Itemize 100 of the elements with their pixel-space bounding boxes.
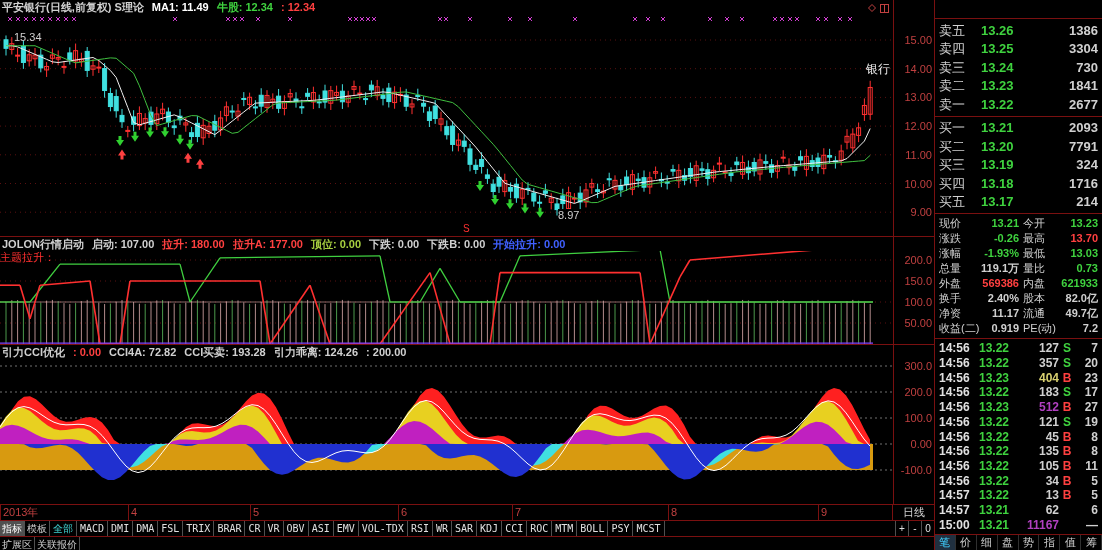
stat-label: 股本	[1022, 291, 1046, 307]
trade-side: S	[1062, 384, 1072, 402]
order-level-label: 买四	[939, 174, 966, 193]
axis-label: 50.00	[904, 317, 932, 329]
quote-tab[interactable]: 细	[976, 535, 998, 550]
stat-label: 收益(二)	[939, 321, 979, 337]
stat-value: 0.73	[1075, 261, 1098, 277]
order-volume: 2677	[1068, 95, 1098, 114]
stat-label: 外盘	[939, 276, 962, 292]
trade-time: 14:56	[939, 340, 971, 358]
trade-count: 7	[1090, 340, 1098, 358]
order-level-label: 卖三	[939, 58, 966, 77]
stat-value: 49.7亿	[1064, 306, 1098, 322]
order-volume: 2093	[1068, 119, 1098, 138]
indicator-tab[interactable]: KDJ	[477, 521, 503, 536]
stat-value: 621933	[1060, 276, 1098, 292]
indicator-tab[interactable]: ASI	[308, 521, 334, 536]
stat-value: 7.2	[1081, 321, 1098, 337]
order-level-label: 卖二	[939, 77, 966, 96]
indicator-tab[interactable]: MCST	[633, 521, 665, 536]
indicator-tab[interactable]: TRIX	[183, 521, 215, 536]
order-volume: 7791	[1068, 137, 1098, 156]
window-icon[interactable]	[880, 4, 889, 13]
trade-time: 15:00	[939, 516, 971, 534]
axis-label: 9.00	[910, 206, 932, 218]
indicator-reading: CCI买卖: 193.28	[184, 345, 266, 359]
axis-label: 100.0	[904, 412, 932, 424]
indicator-tab[interactable]: PSY	[608, 521, 634, 536]
indicator-tab[interactable]: BOLL	[577, 521, 609, 536]
indicator-reading: 下跌: 0.00	[369, 237, 420, 251]
trade-volume: 183	[1037, 384, 1059, 402]
indicator-tab[interactable]: BRAR	[214, 521, 246, 536]
indicator-reading: : 0.00	[72, 345, 102, 359]
stat-label: PE(动)	[1022, 321, 1057, 337]
indicator-tab[interactable]: 全部	[50, 521, 77, 536]
price-label: 8.97	[558, 209, 580, 221]
indicator-tab[interactable]: VR	[264, 521, 284, 536]
order-level-label: 卖五	[939, 21, 966, 40]
panel-tab[interactable]: 指标	[0, 521, 25, 536]
indicator-tab[interactable]: SAR	[452, 521, 478, 536]
trade-price: 13.22	[979, 340, 1011, 358]
axis-label: 13.00	[904, 91, 932, 103]
indicator-tab[interactable]: OBV	[283, 521, 309, 536]
bottom-tab[interactable]: 扩展区	[0, 537, 35, 550]
order-level-label: 卖一	[939, 95, 966, 114]
axis-label: 0.00	[910, 438, 932, 450]
indicator-tab[interactable]: CR	[245, 521, 265, 536]
order-volume: 3304	[1068, 40, 1098, 59]
stat-label: 涨跌	[939, 231, 962, 247]
quote-tab[interactable]: 价	[955, 535, 977, 550]
order-volume: 1716	[1068, 174, 1098, 193]
trade-price: 13.22	[979, 384, 1011, 402]
quote-tab[interactable]: 筹	[1081, 535, 1102, 550]
quote-tab[interactable]: 值	[1060, 535, 1082, 550]
zoom-button[interactable]: 0	[921, 521, 934, 536]
panel-tab[interactable]: 模板	[25, 521, 50, 536]
trade-side: S	[1062, 340, 1072, 358]
stat-label: 最低	[1022, 246, 1046, 262]
indicator-tab[interactable]: EMV	[333, 521, 359, 536]
stat-value: 2.40%	[986, 291, 1019, 307]
order-volume: 324	[1075, 156, 1098, 175]
quote-tab[interactable]: 笔	[935, 535, 956, 550]
indicator-tab[interactable]: MTM	[552, 521, 578, 536]
indicator-tab[interactable]: RSI	[407, 521, 433, 536]
axis-label: 10.00	[904, 178, 932, 190]
trade-volume: 11167	[1025, 516, 1059, 534]
stat-label: 量比	[1022, 261, 1046, 277]
indicator-reading: JOLON行情启动	[2, 237, 84, 251]
quote-tab[interactable]: 指	[1039, 535, 1061, 550]
trade-side: B	[1061, 487, 1073, 505]
indicator-reading: MA1: 11.49	[151, 0, 209, 14]
order-price: 13.22	[981, 95, 1015, 114]
trade-price: 13.21	[979, 516, 1011, 534]
axis-label: 200.0	[904, 254, 932, 266]
date-label: 2013年	[0, 505, 39, 520]
indicator-reading: : 200.00	[366, 345, 407, 359]
indicator-tab[interactable]: MACD	[77, 521, 109, 536]
indicator-reading: 引力CCI优化	[2, 345, 65, 359]
indicator-tab[interactable]: DMA	[133, 521, 159, 536]
trade-side: B	[1061, 428, 1073, 446]
axis-label: 100.0	[904, 296, 932, 308]
indicator-tab[interactable]: VOL-TDX	[358, 521, 408, 536]
date-label: 6	[398, 505, 408, 520]
indicator-tab[interactable]: ROC	[527, 521, 553, 536]
order-price: 13.25	[981, 40, 1015, 59]
order-price: 13.23	[981, 77, 1015, 96]
quote-tab[interactable]: 盘	[997, 535, 1019, 550]
indicator-tab[interactable]: CCI	[502, 521, 528, 536]
indicator-tab[interactable]: FSL	[158, 521, 184, 536]
quote-tab[interactable]: 势	[1018, 535, 1040, 550]
stat-label: 流通	[1022, 306, 1046, 322]
indicator-tab[interactable]: DMI	[108, 521, 134, 536]
indicator-tab[interactable]: WR	[432, 521, 452, 536]
order-level-label: 买一	[939, 119, 966, 138]
zoom-button[interactable]: -	[908, 521, 921, 536]
signal-mark: S	[463, 223, 470, 235]
zoom-button[interactable]: +	[895, 521, 908, 536]
stat-value: 13.03	[1069, 246, 1098, 262]
bottom-tab[interactable]: 关联报价	[35, 537, 80, 550]
date-label: 7	[512, 505, 522, 520]
